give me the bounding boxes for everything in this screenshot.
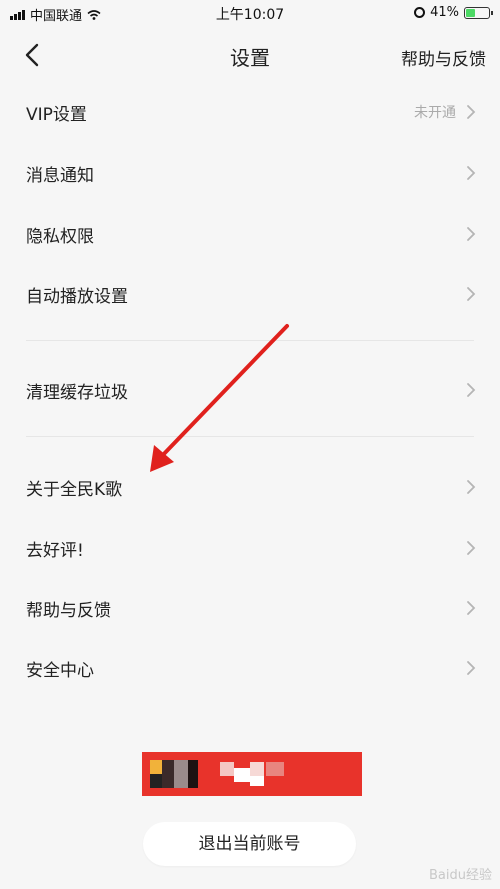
mosaic-tile [250, 762, 264, 776]
row-label: VIP设置 [26, 105, 87, 125]
chevron-right-icon [467, 105, 476, 119]
chevron-right-icon [467, 166, 476, 180]
row-label: 帮助与反馈 [26, 601, 111, 621]
row-value: 未开通 [414, 105, 456, 121]
orientation-lock-icon [414, 7, 426, 18]
chevron-right-icon [467, 287, 476, 301]
settings-row-help[interactable]: 帮助与反馈 [0, 578, 500, 638]
status-bar: 中国联通 上午10:07 41% [0, 0, 500, 26]
settings-row-vip[interactable]: VIP设置 未开通 [0, 82, 500, 142]
section-divider [26, 340, 474, 341]
settings-row-about[interactable]: 关于全民K歌 [0, 457, 500, 517]
battery-percent: 41% [430, 5, 459, 20]
settings-row-security[interactable]: 安全中心 [0, 638, 500, 698]
row-label: 关于全民K歌 [26, 480, 123, 500]
chevron-right-icon [467, 383, 476, 397]
settings-row-clear-cache[interactable]: 清理缓存垃圾 [0, 360, 500, 420]
settings-row-privacy[interactable]: 隐私权限 [0, 204, 500, 264]
mosaic-tile [220, 762, 234, 776]
settings-row-autoplay[interactable]: 自动播放设置 [0, 264, 500, 324]
battery-fill [466, 8, 476, 17]
mosaic-tile [234, 768, 250, 782]
mosaic-tile [150, 760, 162, 774]
mosaic-tile [162, 760, 174, 788]
section-divider [26, 436, 474, 437]
chevron-right-icon [467, 541, 476, 555]
row-label: 去好评! [26, 541, 84, 561]
settings-row-rate[interactable]: 去好评! [0, 518, 500, 578]
battery-tip [491, 10, 493, 15]
chevron-right-icon [467, 601, 476, 615]
logout-button[interactable]: 退出当前账号 [143, 822, 356, 866]
help-feedback-link[interactable]: 帮助与反馈 [401, 45, 486, 70]
mosaic-tile [250, 776, 264, 786]
settings-row-notifications[interactable]: 消息通知 [0, 143, 500, 203]
nav-bar: 设置 帮助与反馈 [0, 36, 500, 76]
row-label: 安全中心 [26, 661, 94, 681]
pixelated-account-banner [142, 752, 362, 796]
mosaic-tile [266, 762, 284, 776]
row-label: 消息通知 [26, 166, 94, 186]
row-label: 隐私权限 [26, 227, 94, 247]
battery-icon [464, 6, 493, 19]
mosaic-tile [174, 760, 188, 788]
mosaic-tile [150, 774, 162, 788]
mosaic-tile [188, 760, 198, 788]
chevron-right-icon [467, 661, 476, 675]
row-label: 自动播放设置 [26, 287, 128, 307]
chevron-right-icon [467, 480, 476, 494]
watermark: Baidu经验 [429, 868, 492, 883]
chevron-right-icon [467, 227, 476, 241]
row-label: 清理缓存垃圾 [26, 383, 128, 403]
status-right: 41% [414, 5, 493, 20]
